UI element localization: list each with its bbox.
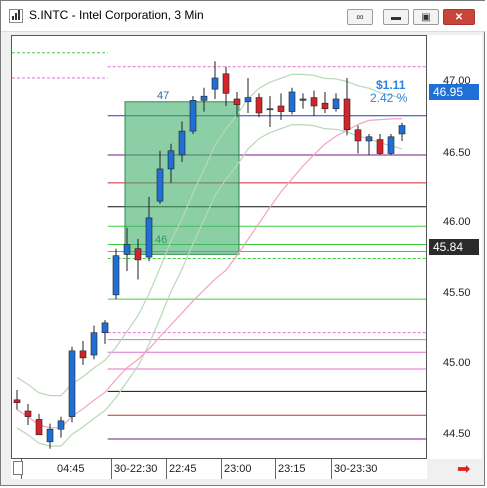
candle-body: [398, 125, 406, 135]
candle-body: [299, 98, 307, 101]
time-label: 30-22:30: [114, 463, 158, 475]
price-tick: 44.50: [443, 428, 471, 440]
measure-box-top-label: 47: [157, 90, 170, 102]
link-icon[interactable]: ∞: [347, 9, 373, 25]
candle-body: [277, 105, 285, 112]
price-chart[interactable]: 47 46 $1.11 2.42 %: [11, 35, 427, 459]
candle-body: [13, 399, 21, 403]
candle-body: [200, 95, 208, 101]
window-title: S.INTC - Intel Corporation, 3 Min: [29, 8, 204, 22]
price-tick: 45.50: [443, 287, 471, 299]
scroll-right-arrow-icon[interactable]: ➡: [457, 459, 470, 479]
candle-body: [211, 77, 219, 90]
candle-body: [244, 97, 252, 103]
time-label: 22:45: [169, 463, 197, 475]
title-bar[interactable]: S.INTC - Intel Corporation, 3 Min ∞ ▬ ▣ …: [1, 1, 486, 32]
candle-body: [167, 150, 175, 170]
reference-price-tag: 45.84: [429, 239, 479, 255]
change-amount: $1.11: [376, 78, 406, 92]
candle-body: [35, 419, 43, 436]
candle-body: [233, 98, 241, 105]
candle-body: [321, 102, 329, 110]
candle-body: [189, 100, 197, 132]
candle-body: [46, 428, 54, 443]
time-axis[interactable]: 04:45 30-22:30 22:45 23:00 23:15 30-23:3…: [11, 459, 427, 479]
candle-body: [112, 255, 120, 296]
candle-body: [145, 217, 153, 258]
maximize-button[interactable]: ▣: [413, 9, 439, 25]
candle-body: [57, 420, 65, 430]
candle-body: [365, 136, 373, 142]
price-tick: 45.00: [443, 357, 471, 369]
candle-body: [343, 98, 351, 131]
candle-body: [222, 73, 230, 94]
candlestick-chart-svg[interactable]: [12, 36, 427, 459]
price-tick: 46.50: [443, 147, 471, 159]
candle-body: [310, 97, 318, 107]
candle-body: [90, 332, 98, 356]
close-button[interactable]: ✕: [443, 9, 475, 25]
candle-body: [24, 410, 32, 417]
chart-scroll-toggle[interactable]: [13, 461, 23, 475]
candle-body: [387, 136, 395, 154]
candle-body: [354, 129, 362, 142]
chart-window: S.INTC - Intel Corporation, 3 Min ∞ ▬ ▣ …: [0, 0, 486, 486]
candle-body: [123, 244, 131, 255]
candle-body: [178, 130, 186, 156]
candle-body: [79, 350, 87, 359]
minimize-button[interactable]: ▬: [383, 9, 409, 25]
chart-app-icon: [9, 9, 23, 23]
measure-box-bottom-label: 46: [155, 234, 168, 246]
change-percent: 2.42 %: [370, 91, 408, 105]
last-price-tag: 46.95: [429, 84, 479, 100]
candle-body: [376, 139, 384, 154]
time-label: 04:45: [57, 463, 85, 475]
time-label: 23:00: [224, 463, 252, 475]
candle-body: [332, 98, 340, 110]
price-axis[interactable]: 47.00 46.50 46.00 45.50 45.00 44.50 46.9…: [427, 35, 482, 459]
candle-body: [68, 350, 76, 417]
candle-body: [266, 108, 274, 111]
time-label: 30-23:30: [334, 463, 378, 475]
candle-body: [101, 322, 109, 333]
candle-body: [255, 97, 263, 114]
candle-body: [156, 168, 164, 202]
candle-body: [288, 91, 296, 112]
time-label: 23:15: [278, 463, 306, 475]
candle-body: [134, 248, 142, 261]
price-tick: 46.00: [443, 216, 471, 228]
